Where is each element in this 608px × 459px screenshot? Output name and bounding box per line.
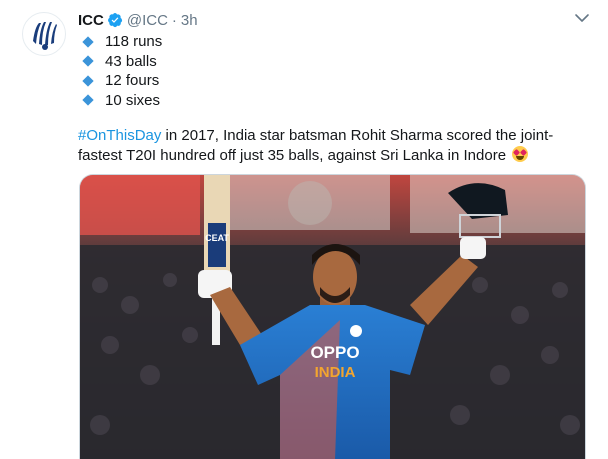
tweet-photo[interactable]: CEAT OPPO INDIA [79, 174, 586, 459]
hashtag-link[interactable]: #OnThisDay [78, 127, 161, 144]
account-name[interactable]: ICC [78, 12, 104, 29]
jersey-team-text: INDIA [315, 364, 356, 381]
account-handle[interactable]: @ICC [127, 12, 168, 29]
tweet-header: ICC @ICC · 3h [78, 10, 198, 30]
diamond-bullet-icon [82, 55, 94, 67]
tweet[interactable]: ICC @ICC · 3h 118 runs 43 balls 12 fours… [0, 0, 608, 459]
verified-badge-icon [107, 13, 122, 28]
stat-text: 118 runs [105, 33, 163, 51]
stats-list: 118 runs 43 balls 12 fours 10 sixes [80, 32, 162, 110]
photo-illustration: CEAT OPPO INDIA [80, 175, 585, 459]
diamond-bullet-icon [82, 94, 94, 106]
header-separator: · [171, 11, 177, 29]
jersey-sponsor-text: OPPO [310, 343, 359, 362]
chevron-down-icon[interactable] [574, 12, 590, 24]
stat-text: 10 sixes [105, 91, 161, 109]
list-item: 10 sixes [80, 91, 162, 111]
diamond-bullet-icon [82, 75, 94, 87]
list-item: 118 runs [80, 32, 162, 52]
bat-sticker-text: CEAT [205, 233, 229, 243]
stat-text: 12 fours [105, 72, 160, 90]
list-item: 12 fours [80, 71, 162, 91]
stat-text: 43 balls [105, 52, 157, 70]
list-item: 43 balls [80, 52, 162, 72]
tweet-timestamp[interactable]: 3h [181, 12, 198, 29]
icc-logo-icon [33, 22, 57, 50]
tweet-text: #OnThisDay in 2017, India star batsman R… [78, 126, 568, 166]
avatar[interactable] [22, 12, 66, 56]
star-struck-emoji-icon [512, 146, 529, 162]
diamond-bullet-icon [82, 36, 94, 48]
